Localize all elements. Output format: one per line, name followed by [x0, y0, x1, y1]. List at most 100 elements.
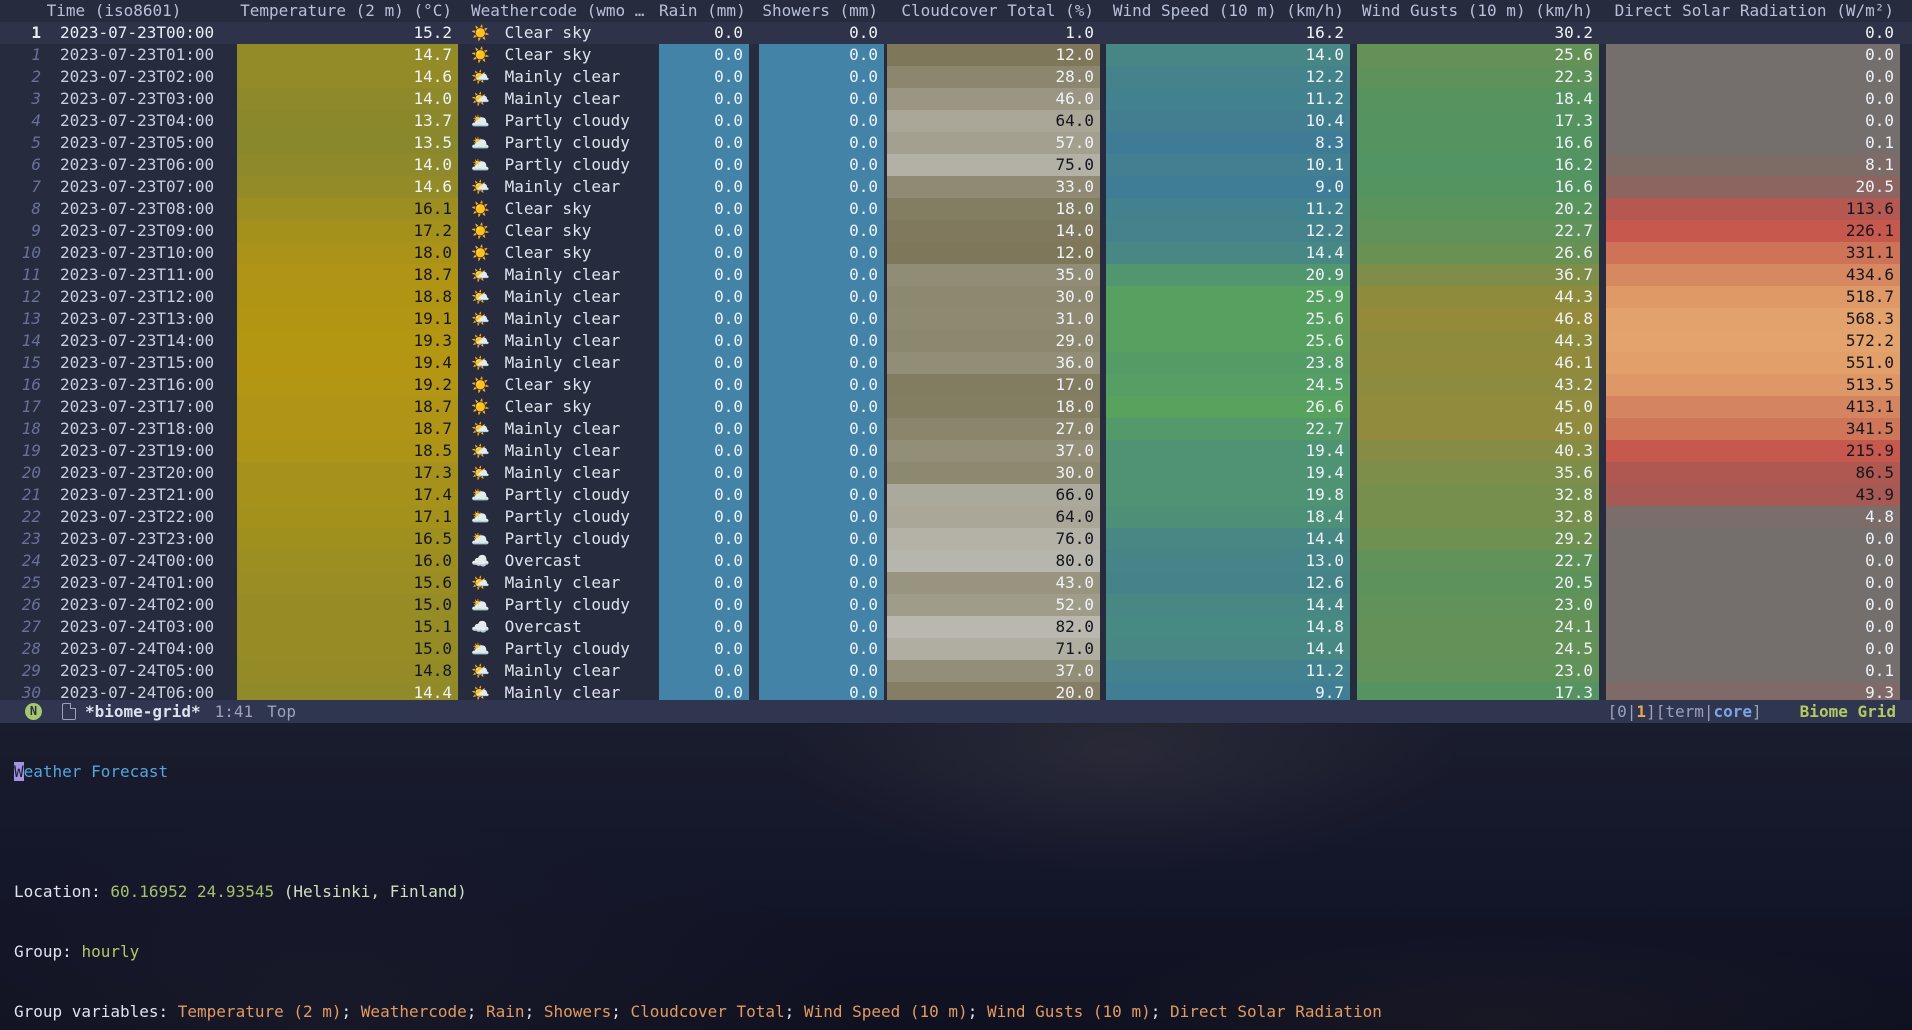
table-row[interactable]: 42023-07-23T04:0013.7🌥️ Partly cloudy0.0… [0, 110, 1912, 132]
cloudcover-cell: 46.0 [887, 88, 1100, 110]
table-row[interactable]: 152023-07-23T15:0019.4🌤️ Mainly clear0.0… [0, 352, 1912, 374]
table-row[interactable]: 262023-07-24T02:0015.0🌥️ Partly cloudy0.… [0, 594, 1912, 616]
wind-gusts-cell: 22.7 [1357, 550, 1599, 572]
cell [1350, 352, 1357, 374]
clear-icon: ☀️ [471, 242, 495, 264]
cell [749, 594, 759, 616]
table-row[interactable]: 72023-07-23T07:0014.6🌤️ Mainly clear0.00… [0, 176, 1912, 198]
table-row[interactable]: 122023-07-23T12:0018.8🌤️ Mainly clear0.0… [0, 286, 1912, 308]
time-cell: 2023-07-23T14:00 [50, 330, 228, 352]
table-row[interactable]: 242023-07-24T00:0016.0☁️ Overcast0.00.08… [0, 550, 1912, 572]
table-row[interactable]: 82023-07-23T08:0016.1☀️ Clear sky0.00.01… [0, 198, 1912, 220]
cell [228, 330, 237, 352]
cell [458, 176, 467, 198]
cell [650, 330, 659, 352]
table-row[interactable]: 232023-07-23T23:0016.5🌥️ Partly cloudy0.… [0, 528, 1912, 550]
table-row[interactable]: 52023-07-23T05:0013.5🌥️ Partly cloudy0.0… [0, 132, 1912, 154]
table-row[interactable]: 162023-07-23T16:0019.2☀️ Clear sky0.00.0… [0, 374, 1912, 396]
table-row[interactable]: 302023-07-24T06:0014.4🌤️ Mainly clear0.0… [0, 682, 1912, 700]
overcast-icon: ☁️ [471, 616, 495, 638]
cell [1350, 286, 1357, 308]
cloudcover-cell: 75.0 [887, 154, 1100, 176]
cell [650, 22, 659, 44]
mainly-clear-icon: 🌤️ [471, 352, 495, 374]
solar-radiation-cell: 0.1 [1606, 660, 1900, 682]
wind-speed-cell: 19.4 [1106, 462, 1350, 484]
table-row[interactable]: 252023-07-24T01:0015.6🌤️ Mainly clear0.0… [0, 572, 1912, 594]
table-row[interactable]: 112023-07-23T11:0018.7🌤️ Mainly clear0.0… [0, 264, 1912, 286]
weathercode-cell: 🌥️ Partly cloudy [467, 484, 650, 506]
weather-grid-window[interactable]: Time (iso8601)Temperature (2 m) (°C)Weat… [0, 0, 1912, 700]
cell [1599, 110, 1606, 132]
wind-speed-cell: 13.0 [1106, 550, 1350, 572]
cell [458, 374, 467, 396]
rain-cell: 0.0 [659, 660, 749, 682]
weathercode-cell: 🌤️ Mainly clear [467, 308, 650, 330]
time-cell: 2023-07-24T04:00 [50, 638, 228, 660]
header-row: Time (iso8601)Temperature (2 m) (°C)Weat… [0, 0, 1912, 22]
wind-speed-cell: 9.0 [1106, 176, 1350, 198]
cell [228, 528, 237, 550]
table-row[interactable]: 12023-07-23T01:0014.7☀️ Clear sky0.00.01… [0, 44, 1912, 66]
time-cell: 2023-07-23T06:00 [50, 154, 228, 176]
cell [650, 506, 659, 528]
cell [228, 418, 237, 440]
temperature-cell: 19.1 [237, 308, 458, 330]
table-row[interactable]: 272023-07-24T03:0015.1☁️ Overcast0.00.08… [0, 616, 1912, 638]
cell [458, 154, 467, 176]
solar-radiation-cell: 4.8 [1606, 506, 1900, 528]
table-row[interactable]: 32023-07-23T03:0014.0🌤️ Mainly clear0.00… [0, 88, 1912, 110]
table-row[interactable]: 62023-07-23T06:0014.0🌥️ Partly cloudy0.0… [0, 154, 1912, 176]
temperature-cell: 16.1 [237, 198, 458, 220]
solar-radiation-cell: 0.0 [1606, 638, 1900, 660]
table-row[interactable]: 292023-07-24T05:0014.8🌤️ Mainly clear0.0… [0, 660, 1912, 682]
table-row[interactable]: 22023-07-23T02:0014.6🌤️ Mainly clear0.00… [0, 66, 1912, 88]
cell [749, 330, 759, 352]
wind-speed-cell: 23.8 [1106, 352, 1350, 374]
cell [749, 550, 759, 572]
solar-radiation-cell: 434.6 [1606, 264, 1900, 286]
table-row[interactable]: 282023-07-24T04:0015.0🌥️ Partly cloudy0.… [0, 638, 1912, 660]
cell [228, 110, 237, 132]
cell [650, 198, 659, 220]
weathercode-cell: 🌤️ Mainly clear [467, 572, 650, 594]
temperature-cell: 18.7 [237, 396, 458, 418]
table-row[interactable]: 92023-07-23T09:0017.2☀️ Clear sky0.00.01… [0, 220, 1912, 242]
weather-label: Mainly clear [495, 287, 620, 306]
line-number: 1 [0, 44, 50, 66]
table-row[interactable]: 132023-07-23T13:0019.1🌤️ Mainly clear0.0… [0, 308, 1912, 330]
table-row[interactable]: 12023-07-23T00:0015.2☀️ Clear sky0.00.01… [0, 22, 1912, 44]
biome-query-window: Weather Forecast Location: 60.16952 24.9… [0, 723, 1912, 1030]
table-row[interactable]: 202023-07-23T20:0017.3🌤️ Mainly clear0.0… [0, 462, 1912, 484]
cell [1599, 440, 1606, 462]
weather-label: Clear sky [495, 45, 591, 64]
cell [1350, 198, 1357, 220]
solar-radiation-cell: 113.6 [1606, 198, 1900, 220]
cell [228, 550, 237, 572]
cell [1599, 506, 1606, 528]
weather-label: Mainly clear [495, 331, 620, 350]
cloudcover-cell: 64.0 [887, 110, 1100, 132]
table-row[interactable]: 142023-07-23T14:0019.3🌤️ Mainly clear0.0… [0, 330, 1912, 352]
table-row[interactable]: 102023-07-23T10:0018.0☀️ Clear sky0.00.0… [0, 242, 1912, 264]
column-header: Weathercode (wmo … [467, 0, 650, 22]
group-variable: Wind Gusts (10 m) [987, 1002, 1151, 1021]
cell [650, 660, 659, 682]
table-row[interactable]: 192023-07-23T19:0018.5🌤️ Mainly clear0.0… [0, 440, 1912, 462]
weathercode-cell: ☀️ Clear sky [467, 242, 650, 264]
cloudcover-cell: 82.0 [887, 616, 1100, 638]
table-row[interactable]: 212023-07-23T21:0017.4🌥️ Partly cloudy0.… [0, 484, 1912, 506]
cell [458, 418, 467, 440]
temperature-cell: 18.7 [237, 418, 458, 440]
table-row[interactable]: 222023-07-23T22:0017.1🌥️ Partly cloudy0.… [0, 506, 1912, 528]
weather-label: Partly cloudy [495, 595, 630, 614]
line-number: 18 [0, 418, 50, 440]
cell [458, 528, 467, 550]
group-variable: Rain [486, 1002, 525, 1021]
temperature-cell: 13.7 [237, 110, 458, 132]
line-number: 21 [0, 484, 50, 506]
showers-cell: 0.0 [759, 154, 884, 176]
wind-speed-cell: 9.7 [1106, 682, 1350, 700]
table-row[interactable]: 172023-07-23T17:0018.7☀️ Clear sky0.00.0… [0, 396, 1912, 418]
table-row[interactable]: 182023-07-23T18:0018.7🌤️ Mainly clear0.0… [0, 418, 1912, 440]
